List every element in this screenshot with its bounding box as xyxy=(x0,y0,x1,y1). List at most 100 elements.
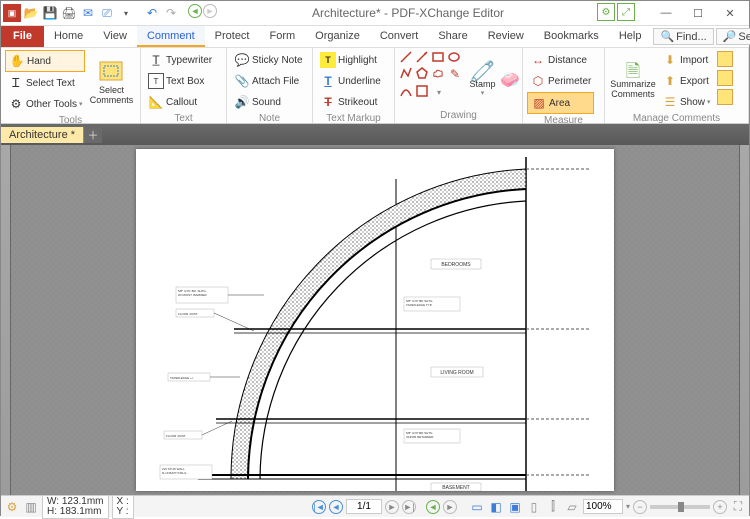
undo-icon[interactable]: ↶ xyxy=(143,4,161,22)
redo-icon[interactable]: ↷ xyxy=(162,4,180,22)
hand-tool[interactable]: ✋Hand xyxy=(5,50,85,72)
stamp-tool[interactable]: 🧷 Stamp▾ xyxy=(465,50,500,109)
close-button[interactable]: ✕ xyxy=(715,3,745,23)
distance-icon: ↔ xyxy=(530,52,546,68)
rect-shape[interactable] xyxy=(431,50,445,64)
tab-protect[interactable]: Protect xyxy=(205,26,260,47)
tab-organize[interactable]: Organize xyxy=(305,26,370,47)
maximize-button[interactable]: ☐ xyxy=(683,3,713,23)
tab-home[interactable]: Home xyxy=(44,26,93,47)
typewriter-tool[interactable]: T̲Typewriter xyxy=(145,50,215,70)
tab-comment[interactable]: Comment xyxy=(137,26,205,47)
select-text-tool[interactable]: ᏆSelect Text xyxy=(5,73,85,93)
other-tools[interactable]: ⚙Other Tools▾ xyxy=(5,94,85,114)
polygon-shape[interactable] xyxy=(415,66,429,80)
area-tool[interactable]: ▨Area xyxy=(527,92,594,114)
comment-style3[interactable] xyxy=(717,89,733,105)
zoom-input[interactable] xyxy=(583,499,623,514)
cloud-shape[interactable] xyxy=(431,66,445,80)
attach-file-tool[interactable]: 📎Attach File xyxy=(231,71,306,91)
line-shape[interactable] xyxy=(399,50,413,64)
comment-style2[interactable] xyxy=(717,70,733,86)
print-icon[interactable]: 🖨 xyxy=(60,4,78,22)
last-page[interactable]: ►| xyxy=(402,500,416,514)
highlight-tool[interactable]: THighlight xyxy=(317,50,384,70)
nav-prev-view[interactable]: ◄ xyxy=(426,500,440,514)
layout-icon[interactable]: ▥ xyxy=(23,499,39,515)
layout-single-icon[interactable]: ▯ xyxy=(526,499,542,515)
left-pane-strip[interactable] xyxy=(1,145,11,495)
email-icon[interactable]: ✉ xyxy=(79,4,97,22)
search-button[interactable]: 🔎Search... xyxy=(716,28,750,45)
tab-convert[interactable]: Convert xyxy=(370,26,429,47)
tab-view[interactable]: View xyxy=(93,26,137,47)
open-icon[interactable]: 📂 xyxy=(22,4,40,22)
scan-icon[interactable]: ⎚ xyxy=(98,4,116,22)
callout-icon: 📐 xyxy=(148,94,164,110)
nav-next-view[interactable]: ► xyxy=(443,500,457,514)
actual-size-icon[interactable]: ▣ xyxy=(507,499,523,515)
strikeout-tool[interactable]: TStrikeout xyxy=(317,92,384,112)
svg-text:W/ MOIST. BARRIER: W/ MOIST. BARRIER xyxy=(178,293,208,297)
comment-style1[interactable] xyxy=(717,51,733,67)
find-button[interactable]: 🔍Find... xyxy=(653,28,713,45)
oval-shape[interactable] xyxy=(447,50,461,64)
polyline-shape[interactable] xyxy=(399,66,413,80)
underline-tool[interactable]: TUnderline xyxy=(317,71,384,91)
note3: FLOOR JOIST xyxy=(178,312,198,316)
ui-options-icon[interactable]: ⚙ xyxy=(597,3,615,21)
import-comments[interactable]: ⬇Import xyxy=(659,50,714,70)
fit-page-icon[interactable]: ▭ xyxy=(469,499,485,515)
sound-tool[interactable]: 🔊Sound xyxy=(231,92,306,112)
zoom-dropdown[interactable]: ▾ xyxy=(626,502,630,511)
show-comments[interactable]: ☰Show▾ xyxy=(659,92,714,112)
document-page[interactable]: BEDROOMS LIVING ROOM BASEMENT 5/8" GYP. … xyxy=(136,149,614,491)
distance-tool[interactable]: ↔Distance xyxy=(527,50,594,70)
eraser-icon[interactable]: 🧼 xyxy=(502,72,518,88)
search-icon: 🔎 xyxy=(723,30,737,43)
zoom-in[interactable]: + xyxy=(713,500,727,514)
arrow-shape[interactable] xyxy=(415,50,429,64)
file-menu[interactable]: File xyxy=(1,26,44,47)
perimeter-tool[interactable]: ⬡Perimeter xyxy=(527,71,594,91)
zoom-slider[interactable] xyxy=(650,505,710,509)
tab-form[interactable]: Form xyxy=(260,26,306,47)
pencil-shape[interactable]: ✎ xyxy=(447,66,463,82)
save-icon[interactable]: 💾 xyxy=(41,4,59,22)
textbox-tool[interactable]: TText Box xyxy=(145,71,215,91)
new-tab-button[interactable]: ＋ xyxy=(84,127,102,143)
fit-width-icon[interactable]: ◧ xyxy=(488,499,504,515)
menu-bar: File Home View Comment Protect Form Orga… xyxy=(1,26,749,48)
next-page[interactable]: ► xyxy=(385,500,399,514)
callout-tool[interactable]: 📐Callout xyxy=(145,92,215,112)
summarize-comments[interactable]: 🗎 Summarize Comments xyxy=(609,50,657,112)
tab-help[interactable]: Help xyxy=(609,26,652,47)
page-input[interactable] xyxy=(346,499,382,514)
first-page[interactable]: |◄ xyxy=(312,500,326,514)
tab-share[interactable]: Share xyxy=(428,26,477,47)
strikeout-icon: T xyxy=(320,94,336,110)
zoom-out[interactable]: − xyxy=(633,500,647,514)
nav-fwd-icon[interactable]: ► xyxy=(203,4,217,18)
right-pane-strip[interactable] xyxy=(739,145,749,495)
doctab-architecture[interactable]: Architecture * xyxy=(1,127,84,143)
launch-icon[interactable]: ⤢ xyxy=(617,3,635,21)
qat-more-icon[interactable]: ▾ xyxy=(117,4,135,22)
show-icon: ☰ xyxy=(662,94,678,110)
rect2-shape[interactable] xyxy=(415,84,429,98)
minimize-button[interactable]: — xyxy=(651,3,681,23)
tab-bookmarks[interactable]: Bookmarks xyxy=(534,26,609,47)
zoom-fit-icon[interactable]: ⛶ xyxy=(730,499,746,515)
options-icon[interactable]: ⚙ xyxy=(4,499,20,515)
area-icon: ▨ xyxy=(531,95,547,111)
curve-shape[interactable] xyxy=(399,84,413,98)
layout-cont-icon[interactable]: ⫿ xyxy=(545,499,561,515)
export-comments[interactable]: ⬆Export xyxy=(659,71,714,91)
nav-back-icon[interactable]: ◄ xyxy=(188,4,202,18)
sticky-note-tool[interactable]: 💬Sticky Note xyxy=(231,50,306,70)
tab-review[interactable]: Review xyxy=(478,26,534,47)
drawing-more[interactable]: ▾ xyxy=(431,84,447,100)
prev-page[interactable]: ◄ xyxy=(329,500,343,514)
layout-facing-icon[interactable]: ▱ xyxy=(564,499,580,515)
select-comments[interactable]: Select Comments xyxy=(87,50,135,114)
